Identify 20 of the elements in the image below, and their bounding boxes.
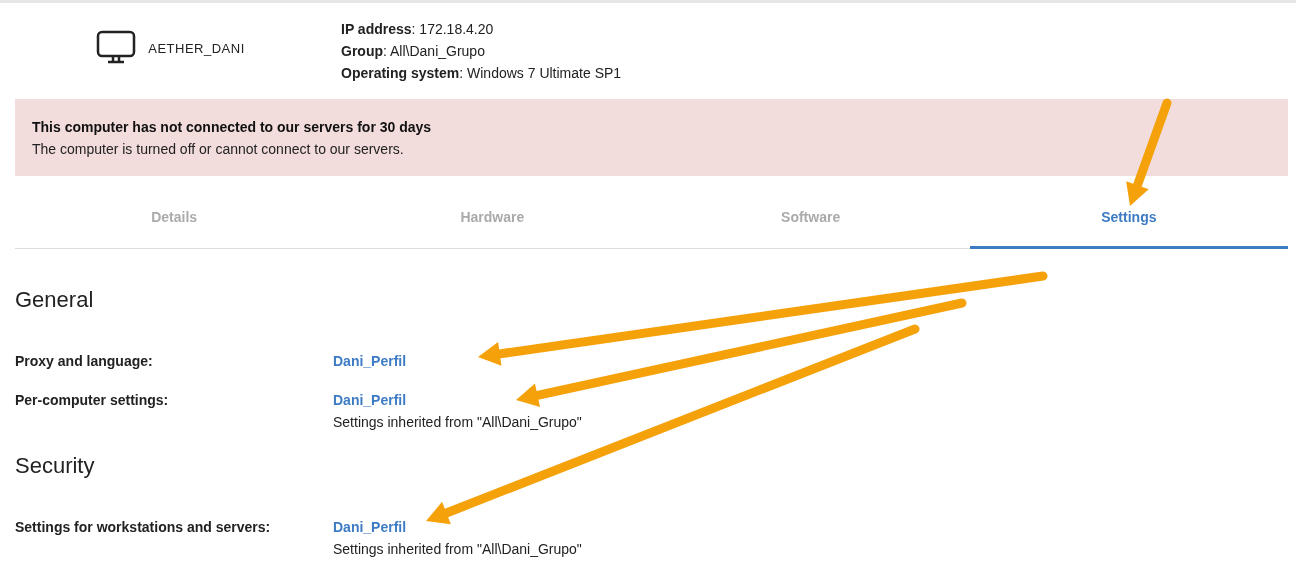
setting-label: Per-computer settings: [15,392,170,410]
tab[interactable]: Software [651,188,970,249]
profile-link[interactable]: Dani_Perfil [333,392,1281,408]
setting-label: Settings for workstations and servers: [15,519,272,537]
info-line: IP address: 172.18.4.20 [341,21,495,37]
setting-label: Proxy and language: [15,353,154,369]
monitor-icon [96,30,137,66]
alert-message: The computer is turned off or cannot connect to our servers. [32,140,405,157]
section-title: General [15,287,95,313]
inherited-note: Settings inherited from "All\Dani_Grupo" [333,414,583,430]
section-title: Security [15,453,96,479]
profile-link[interactable]: Dani_Perfil [333,353,1281,369]
tab[interactable]: Details [15,188,334,249]
profile-link[interactable]: Dani_Perfil [333,519,1281,535]
alert-title: This computer has not connected to our servers for 30 days [32,118,433,135]
inherited-note: Settings inherited from "All\Dani_Grupo" [333,541,583,557]
computer-name: AETHER_DANI [148,40,245,56]
tab[interactable]: Hardware [333,188,652,249]
info-line: Group: All\Dani_Grupo [341,43,486,59]
info-line: Operating system: Windows 7 Ultimate SP1 [341,65,623,81]
